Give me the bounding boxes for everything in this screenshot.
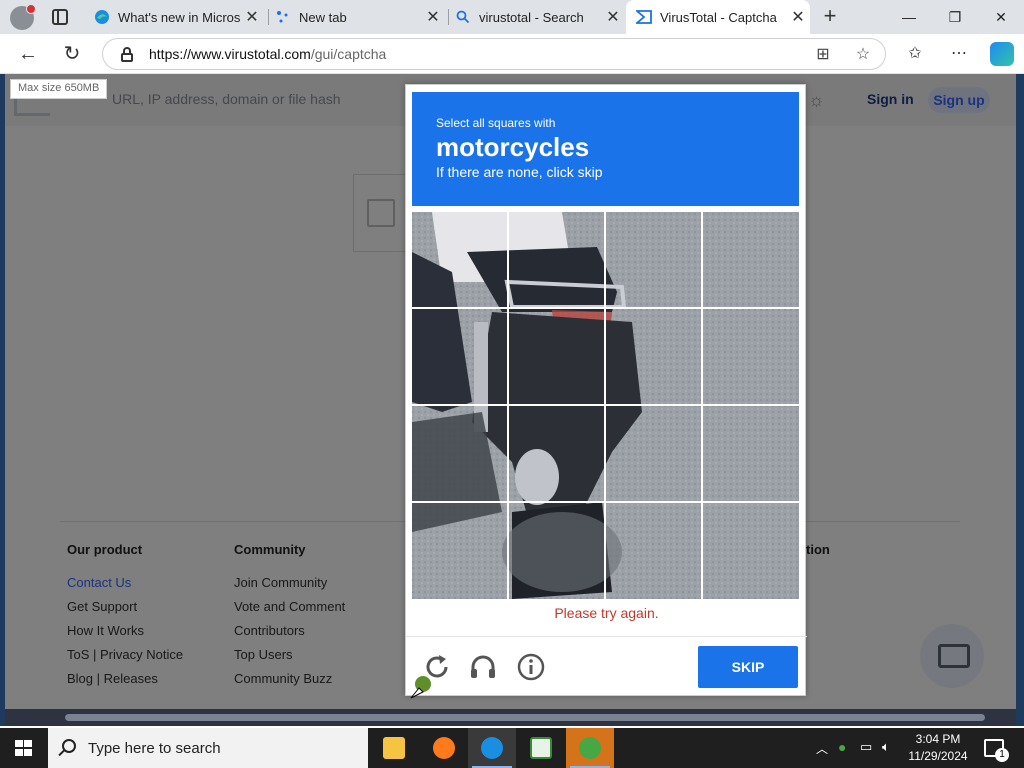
captcha-tile[interactable] xyxy=(412,406,507,501)
network-icon[interactable]: ▭ xyxy=(860,739,872,755)
app-available-icon[interactable]: ⊞ xyxy=(813,45,833,65)
grid-line xyxy=(412,307,799,309)
edge-icon xyxy=(94,9,110,25)
file-explorer-icon[interactable] xyxy=(370,728,418,768)
captcha-divider xyxy=(406,636,807,637)
captcha-tile[interactable] xyxy=(606,309,701,404)
people-app-icon[interactable] xyxy=(566,728,614,768)
tab-whats-new[interactable]: What's new in Microsc ✕ xyxy=(84,0,264,34)
newtab-icon xyxy=(275,9,291,25)
address-bar[interactable]: https://www.virustotal.com/gui/captcha ⊞… xyxy=(102,38,886,70)
captcha-tile[interactable] xyxy=(509,503,604,598)
close-window-icon[interactable]: ✕ xyxy=(978,0,1024,34)
captcha-tile[interactable] xyxy=(703,309,798,404)
skip-button[interactable]: SKIP xyxy=(698,646,798,688)
grid-line xyxy=(412,404,799,406)
notification-count: 1 xyxy=(995,748,1009,762)
tray-chevron-icon[interactable]: ︿ xyxy=(816,740,828,757)
tab-title: What's new in Microsc xyxy=(118,9,240,25)
captcha-tile[interactable] xyxy=(606,503,701,598)
clock-time: 3:04 PM xyxy=(915,732,961,746)
window-frame-left xyxy=(0,74,5,726)
back-arrow-icon[interactable]: ← xyxy=(14,40,42,68)
taskbar-search-box[interactable]: Type here to search xyxy=(48,728,368,768)
captcha-target: motorcycles xyxy=(436,132,590,162)
favorite-star-icon[interactable]: ☆ xyxy=(853,45,873,65)
volume-icon[interactable]: 🔈︎ xyxy=(882,739,890,755)
close-tab-icon[interactable]: ✕ xyxy=(240,7,264,27)
tab-title: New tab xyxy=(299,9,347,25)
taskbar-clock[interactable]: 3:04 PM 11/29/2024 xyxy=(906,731,970,765)
windows-taskbar: Type here to search ︿ ● ▭ 🔈︎ 3:04 PM 11/… xyxy=(0,728,1024,768)
tray-user-icon[interactable]: ● xyxy=(838,739,846,755)
firefox-icon[interactable] xyxy=(420,728,468,768)
captcha-tile[interactable] xyxy=(509,406,604,501)
start-button[interactable] xyxy=(0,728,48,768)
scrollbar-thumb[interactable] xyxy=(65,714,985,721)
url-text[interactable]: https://www.virustotal.com/gui/captcha xyxy=(149,46,386,62)
captcha-tile[interactable] xyxy=(606,212,701,307)
captcha-tile[interactable] xyxy=(412,503,507,598)
url-host: https://www.virustotal.com xyxy=(149,46,311,62)
refresh-icon[interactable]: ↻ xyxy=(58,40,86,68)
captcha-tile[interactable] xyxy=(703,406,798,501)
close-tab-icon[interactable]: ✕ xyxy=(601,7,625,27)
captcha-hint: If there are none, click skip xyxy=(436,164,603,180)
profile-avatar-icon[interactable] xyxy=(10,4,36,30)
notification-center-icon[interactable]: 1 xyxy=(984,739,1009,762)
taskbar-search-placeholder: Type here to search xyxy=(88,740,221,757)
url-path: /gui/captcha xyxy=(310,46,387,62)
edge-taskbar-icon[interactable] xyxy=(468,728,516,768)
captcha-tile[interactable] xyxy=(703,503,798,598)
clock-date: 11/29/2024 xyxy=(908,749,968,763)
captcha-tile[interactable] xyxy=(606,406,701,501)
window-frame-right xyxy=(1016,74,1024,726)
close-tab-icon[interactable]: ✕ xyxy=(786,7,810,27)
captcha-tile[interactable] xyxy=(703,212,798,307)
captcha-instruction: Select all squares with xyxy=(436,116,556,130)
captcha-header: Select all squares with motorcycles If t… xyxy=(412,92,799,206)
captcha-image-grid xyxy=(412,212,799,599)
search-icon xyxy=(62,739,76,753)
browser-tab-strip: What's new in Microsc ✕ New tab ✕ virust… xyxy=(0,0,1024,34)
horizontal-scrollbar[interactable] xyxy=(5,709,1016,726)
upload-size-tooltip: Max size 650MB xyxy=(10,79,108,99)
app-window-icon[interactable] xyxy=(517,728,565,768)
tab-virustotal-search[interactable]: virustotal - Search ✕ xyxy=(445,0,625,34)
captcha-challenge-dialog: Select all squares with motorcycles If t… xyxy=(405,84,807,696)
windows-logo-icon xyxy=(15,740,32,756)
tab-title: VirusTotal - Captcha xyxy=(660,9,777,25)
virustotal-icon xyxy=(636,9,652,25)
search-icon xyxy=(455,9,471,25)
more-menu-icon[interactable]: ⋯ xyxy=(946,41,972,67)
favorites-icon[interactable]: ✩ xyxy=(902,41,928,67)
restore-icon[interactable]: ❐ xyxy=(932,0,978,34)
tab-title: virustotal - Search xyxy=(479,9,584,25)
system-tray: ︿ ● ▭ 🔈︎ xyxy=(814,728,904,768)
new-tab-button[interactable]: + xyxy=(818,4,842,28)
grid-line xyxy=(412,501,799,503)
captcha-tile[interactable] xyxy=(509,309,604,404)
tab-new-tab[interactable]: New tab ✕ xyxy=(265,0,445,34)
minimize-icon[interactable]: — xyxy=(886,0,932,34)
captcha-error-text: Please try again. xyxy=(554,605,659,621)
cursor-icon xyxy=(409,670,435,700)
captcha-tile[interactable] xyxy=(412,309,507,404)
copilot-icon[interactable] xyxy=(990,42,1014,66)
lock-icon[interactable] xyxy=(121,47,133,62)
close-tab-icon[interactable]: ✕ xyxy=(421,7,445,27)
tab-virustotal-captcha[interactable]: VirusTotal - Captcha ✕ xyxy=(626,0,810,34)
captcha-tile[interactable] xyxy=(412,212,507,307)
captcha-tile[interactable] xyxy=(509,212,604,307)
browser-toolbar: ← ↻ https://www.virustotal.com/gui/captc… xyxy=(0,34,1024,74)
info-icon[interactable] xyxy=(516,652,546,682)
audio-challenge-icon[interactable] xyxy=(468,652,498,682)
tab-actions-icon[interactable] xyxy=(52,9,68,25)
